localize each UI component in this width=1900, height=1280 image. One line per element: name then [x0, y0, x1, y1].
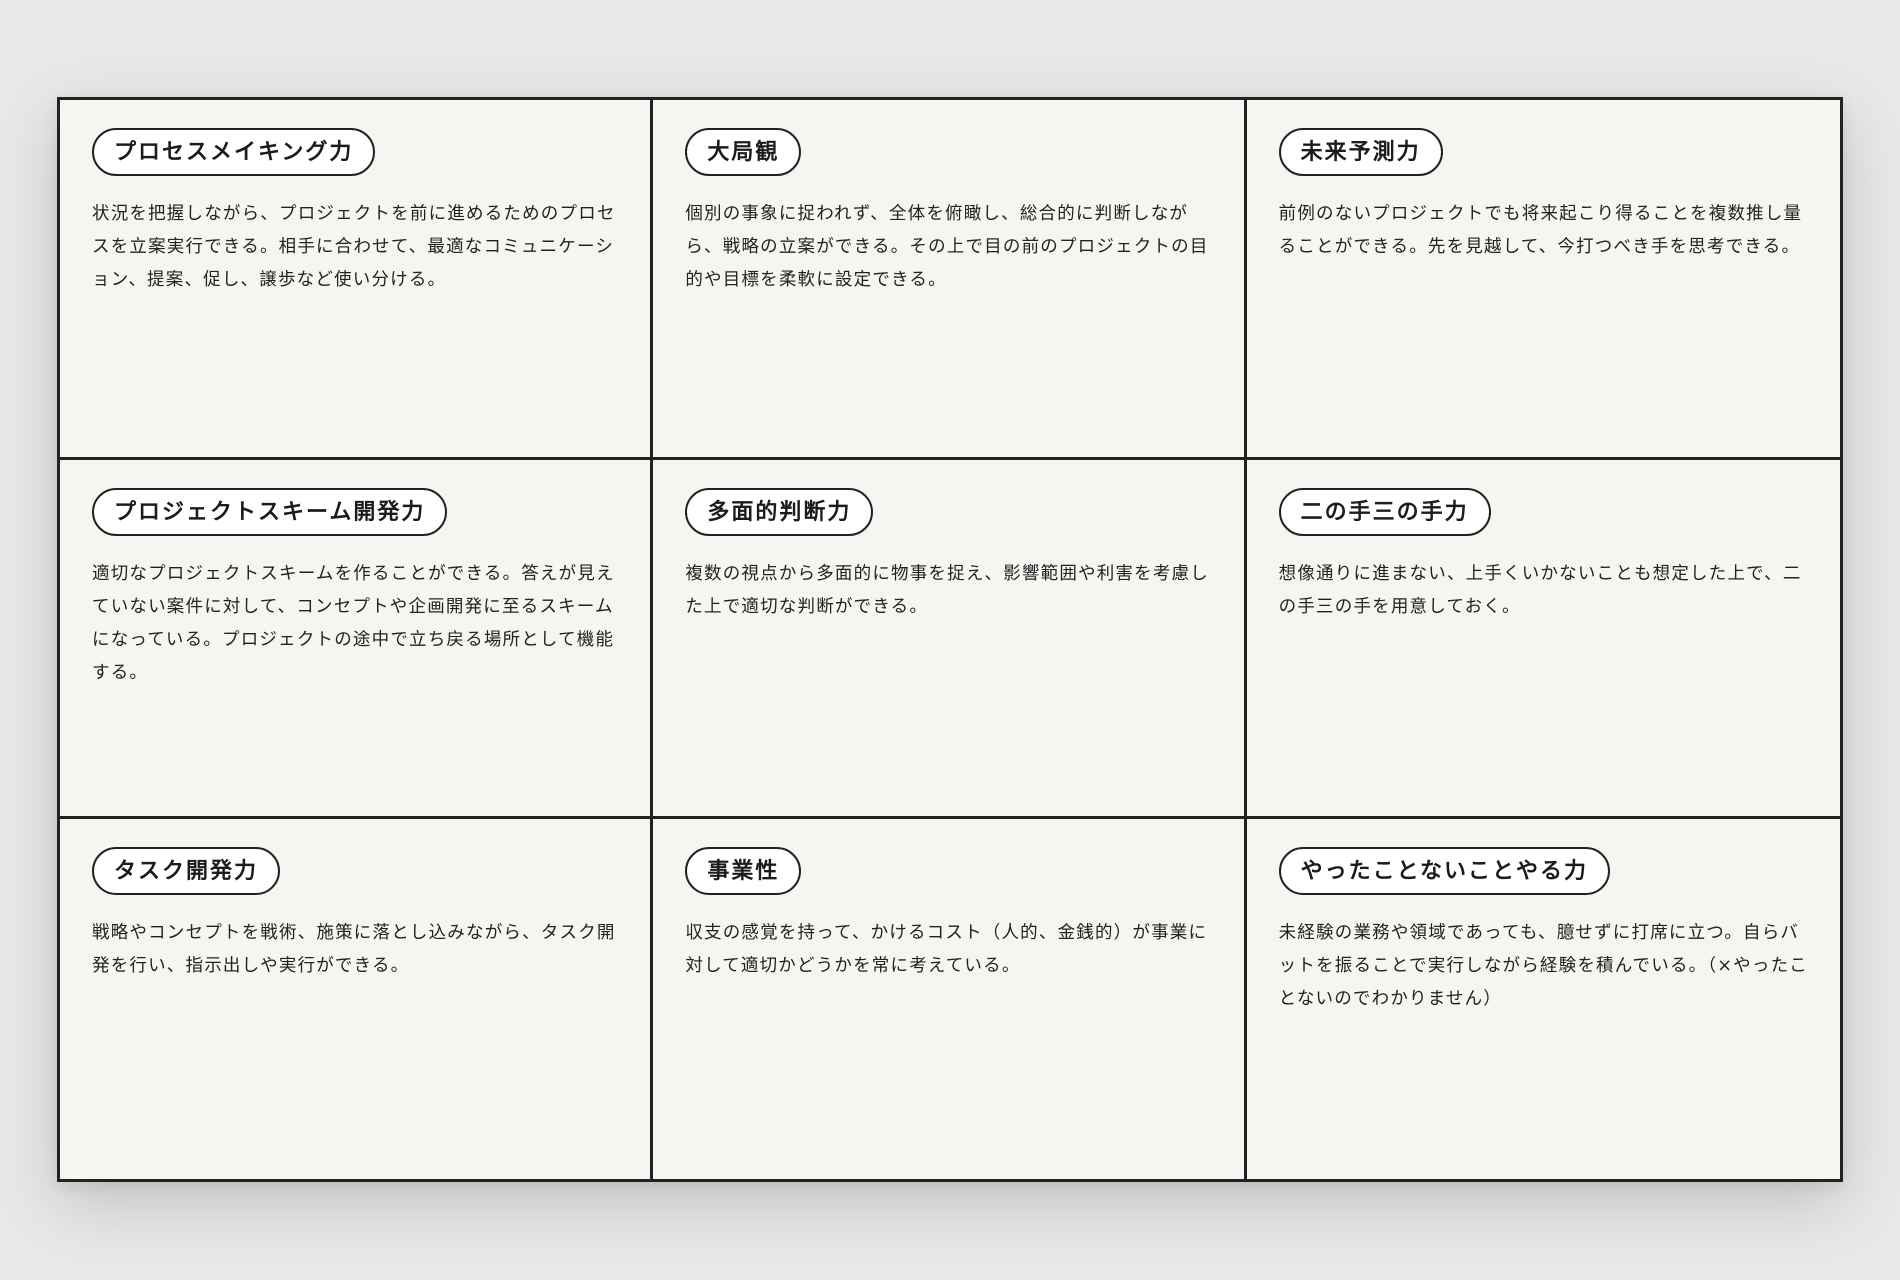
skill-description: 収支の感覚を持って、かけるコスト（人的、金銭的）が事業に対して適切かどうかを常に… [685, 923, 1208, 977]
skill-description: 状況を把握しながら、プロジェクトを前に進めるためのプロセスを立案実行できる。相手… [92, 204, 616, 290]
skill-card-multifaceted-judgment: 多面的判断力 複数の視点から多面的に物事を捉え、影響範囲や利害を考慮した上で適切… [653, 459, 1247, 820]
skill-title-badge: 二の手三の手力 [1278, 487, 1491, 536]
skill-title-badge: 未来予測力 [1278, 128, 1443, 176]
skill-description: 適切なプロジェクトスキームを作ることができる。答えが見えていない案件に対して、コ… [92, 563, 615, 683]
skill-card-project-scheme: プロジェクトスキーム開発力 適切なプロジェクトスキームを作ることができる。答えが… [60, 459, 654, 820]
skills-grid: プロセスメイキング力 状況を把握しながら、プロジェクトを前に進めるためのプロセス… [57, 97, 1843, 1182]
skill-card-business-sense: 事業性 収支の感覚を持って、かけるコスト（人的、金銭的）が事業に対して適切かどう… [653, 819, 1247, 1179]
skill-title-badge: やったことないことやる力 [1278, 847, 1610, 896]
skill-card-process-making: プロセスメイキング力 状況を把握しながら、プロジェクトを前に進めるためのプロセス… [60, 100, 654, 460]
skill-title-badge: 事業性 [685, 847, 802, 896]
skill-title-badge: 多面的判断力 [685, 487, 874, 536]
skill-description: 個別の事象に捉われず、全体を俯瞰し、総合的に判断しながら、戦略の立案ができる。そ… [685, 204, 1209, 290]
skill-description: 複数の視点から多面的に物事を捉え、影響範囲や利害を考慮した上で適切な判断ができる… [685, 563, 1209, 617]
skill-title-badge: プロジェクトスキーム開発力 [92, 487, 448, 536]
skill-title-badge: タスク開発力 [92, 847, 281, 896]
skill-title-badge: 大局観 [685, 128, 802, 176]
skill-card-task-development: タスク開発力 戦略やコンセプトを戦術、施策に落とし込みながら、タスク開発を行い、… [60, 819, 654, 1179]
skill-description: 戦略やコンセプトを戦術、施策に落とし込みながら、タスク開発を行い、指示出しや実行… [92, 923, 616, 977]
skill-description: 想像通りに進まない、上手くいかないことも想定した上で、二の手三の手を用意しておく… [1278, 563, 1802, 617]
skill-card-big-picture: 大局観 個別の事象に捉われず、全体を俯瞰し、総合的に判断しながら、戦略の立案がで… [653, 100, 1247, 460]
skill-description: 未経験の業務や領域であっても、臆せずに打席に立つ。自らバットを振ることで実行しな… [1278, 923, 1808, 1010]
skill-title-badge: プロセスメイキング力 [92, 128, 376, 176]
skill-card-future-prediction: 未来予測力 前例のないプロジェクトでも将来起こり得ることを複数推し量ることができ… [1246, 100, 1840, 460]
skill-card-try-new-things: やったことないことやる力 未経験の業務や領域であっても、臆せずに打席に立つ。自ら… [1247, 819, 1840, 1179]
skill-card-backup-plans: 二の手三の手力 想像通りに進まない、上手くいかないことも想定した上で、二の手三の… [1246, 460, 1840, 820]
skill-description: 前例のないプロジェクトでも将来起こり得ることを複数推し量ることができる。先を見越… [1278, 204, 1803, 257]
